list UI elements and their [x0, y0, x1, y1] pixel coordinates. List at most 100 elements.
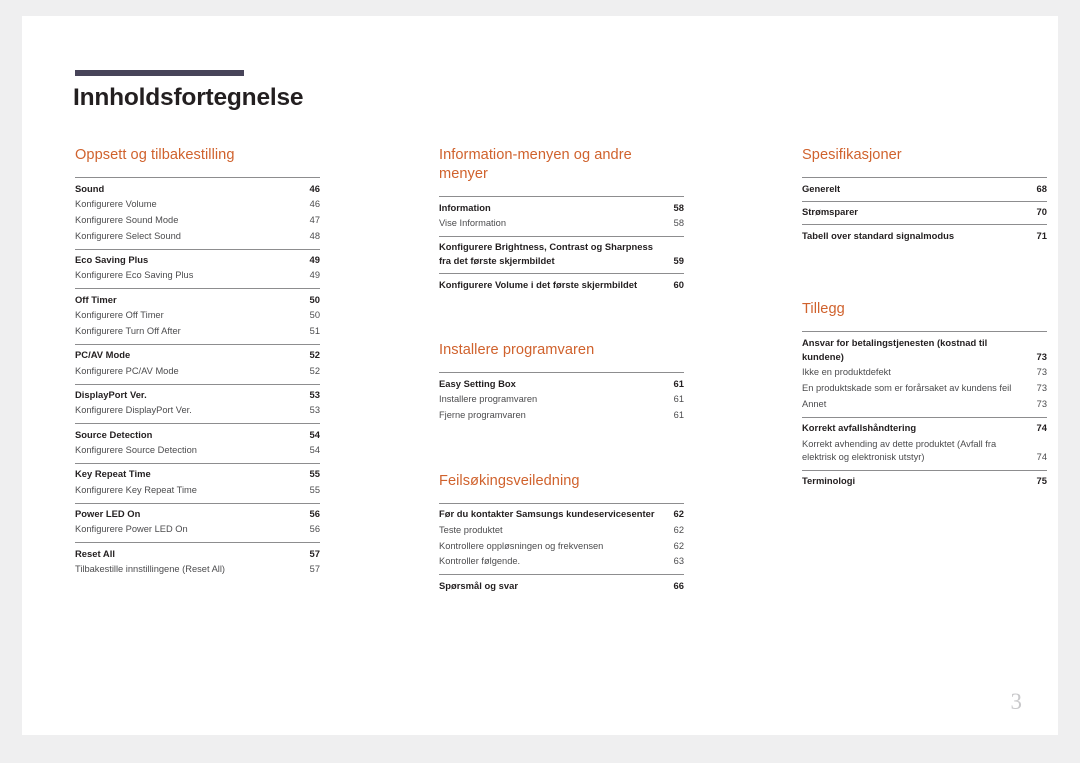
toc-entry[interactable]: Spørsmål og svar 66: [439, 578, 684, 594]
toc-entry[interactable]: Reset All 57: [75, 546, 320, 562]
toc-group: Før du kontakter Samsungs kundeservicese…: [439, 502, 684, 575]
toc-entry-page-number: 61: [673, 377, 684, 389]
toc-entry-page-number: 51: [309, 326, 320, 337]
toc-section-heading: Spesifikasjoner: [802, 147, 902, 163]
toc-entry-page-number: 66: [673, 579, 684, 591]
toc-entry[interactable]: PC/AV Mode 52: [75, 348, 320, 364]
toc-entry[interactable]: Sound 46: [75, 181, 320, 197]
toc-entry-label: Tabell over standard signalmodus: [802, 229, 955, 241]
toc-entry-page-number: 71: [1036, 229, 1047, 241]
toc-entry-page-number: 54: [309, 445, 320, 456]
toc-entry-label: Konfigurere Select Sound: [75, 230, 181, 241]
toc-section-heading: Tillegg: [802, 301, 845, 318]
toc-entry[interactable]: Key Repeat Time 55: [75, 467, 320, 483]
toc-entry-page-number: 53: [309, 389, 320, 401]
toc-entry-label: Eco Saving Plus: [75, 254, 149, 266]
toc-entry[interactable]: Kontrollere oppløsningen og frekvensen 62: [439, 538, 684, 554]
toc-entry[interactable]: Information 58: [439, 200, 684, 216]
toc-entry[interactable]: Konfigurere Volume i det første skjermbi…: [439, 277, 684, 293]
toc-entry[interactable]: Eco Saving Plus 49: [75, 253, 320, 269]
toc-entry[interactable]: Installere programvaren 61: [439, 392, 684, 408]
toc-entry[interactable]: Konfigurere Eco Saving Plus 49: [75, 268, 320, 284]
toc-entry[interactable]: DisplayPort Ver. 53: [75, 388, 320, 404]
toc-entry-label: PC/AV Mode: [75, 349, 131, 361]
toc-entry[interactable]: Vise Information 58: [439, 216, 684, 232]
toc-entry[interactable]: Før du kontakter Samsungs kundeservicese…: [439, 507, 684, 523]
toc-entry-label: Tilbakestille innstillingene (Reset All): [75, 564, 226, 575]
page-title: Innholdsfortegnelse: [73, 84, 304, 111]
toc-entry-page-number: 52: [309, 349, 320, 361]
toc-entry-label: Easy Setting Box: [439, 377, 516, 389]
toc-entry[interactable]: Konfigurere Volume 46: [75, 197, 320, 213]
toc-entry[interactable]: Tabell over standard signalmodus 71: [802, 228, 1047, 244]
toc-section-heading: Feilsøkingsveiledning: [439, 472, 580, 489]
toc-entry-page-number: 73: [1036, 382, 1047, 393]
toc-entry-label: Kontrollere oppløsningen og frekvensen: [439, 540, 604, 551]
toc-entry-page-number: 59: [673, 255, 684, 267]
toc-group: Easy Setting Box 61 Installere programvare…: [439, 372, 684, 428]
toc-group: PC/AV Mode 52 Konfigurere PC/AV Mode 52: [75, 343, 320, 384]
toc-entry[interactable]: Tilbakestille innstillingene (Reset All)…: [75, 562, 320, 578]
toc-entry[interactable]: Kontroller følgende. 63: [439, 554, 684, 570]
toc-entry[interactable]: Annet 73: [802, 397, 1047, 413]
toc-entry[interactable]: Konfigurere Select Sound 48: [75, 229, 320, 245]
toc-entry[interactable]: Teste produktet 62: [439, 522, 684, 538]
toc-section: Feilsøkingsveiledning Før du kontakter Sa…: [439, 472, 684, 598]
toc-group: Konfigurere Volume i det første skjermbi…: [439, 273, 684, 297]
toc-group: Strømsparer 70: [802, 200, 1047, 225]
toc-entry[interactable]: Konfigurere Power LED On 56: [75, 522, 320, 538]
toc-group: Ansvar for betalingstjenesten (kostnad t…: [802, 331, 1047, 417]
toc-entry-label: Sound: [75, 182, 105, 194]
toc-entry[interactable]: Strømsparer 70: [802, 205, 1047, 221]
toc-group: DisplayPort Ver. 53 Konfigurere DisplayPor…: [75, 383, 320, 424]
toc-entry[interactable]: Easy Setting Box 61: [439, 376, 684, 392]
toc-entry-page-number: 49: [309, 254, 320, 266]
toc-entry-label: Før du kontakter Samsungs kundeservicese…: [439, 508, 655, 520]
toc-entry[interactable]: Konfigurere Source Detection 54: [75, 443, 320, 459]
toc-entry[interactable]: En produktskade som er forårsaket av kun…: [802, 381, 1047, 397]
toc-entry-page-number: 73: [1036, 398, 1047, 409]
toc-entry[interactable]: Source Detection 54: [75, 427, 320, 443]
toc-section-heading: Oppsett og tilbakestilling: [75, 147, 235, 163]
toc-entry-label: Teste produktet: [439, 524, 503, 535]
toc-entry-page-number: 62: [673, 540, 684, 551]
toc-entry-label: Reset All: [75, 547, 115, 559]
toc-entry[interactable]: Konfigurere Turn Off After 51: [75, 324, 320, 340]
toc-entry-label: Konfigurere DisplayPort Ver.: [75, 405, 192, 416]
toc-entry-label: Ansvar for betalingstjenesten (kostnad t…: [802, 336, 988, 362]
toc-entry-page-number: 55: [309, 468, 320, 480]
toc-group: Eco Saving Plus 49 Konfigurere Eco Saving …: [75, 248, 320, 289]
toc-entry-page-number: 61: [673, 409, 684, 420]
toc-entry-page-number: 47: [309, 214, 320, 225]
toc-entry-page-number: 75: [1036, 475, 1047, 487]
toc-entry-label: Power LED On: [75, 508, 141, 519]
toc-entry[interactable]: Konfigurere Sound Mode 47: [75, 213, 320, 229]
toc-entry-label: Generelt: [802, 182, 841, 194]
toc-entry-page-number: 55: [309, 484, 320, 495]
toc-section: Information-menyen og andre menyer Inform…: [439, 146, 684, 297]
toc-entry[interactable]: Korrekt avhending av dette produktet (Av…: [802, 436, 1047, 466]
toc-group: Tabell over standard signalmodus 71: [802, 224, 1047, 248]
toc-entry[interactable]: Konfigurere DisplayPort Ver. 53: [75, 403, 320, 419]
toc-entry[interactable]: Ansvar for betalingstjenesten (kostnad t…: [802, 335, 1047, 365]
toc-entry-label: Spørsmål og svar: [439, 579, 518, 591]
toc-entry[interactable]: Terminologi 75: [802, 474, 1047, 490]
toc-entry[interactable]: Konfigurere PC/AV Mode 52: [75, 364, 320, 380]
toc-entry[interactable]: Off Timer 50: [75, 292, 320, 308]
toc-entry[interactable]: Power LED On 56: [75, 507, 320, 523]
toc-entry-page-number: 54: [309, 428, 320, 440]
toc-entry[interactable]: Korrekt avfallshåndtering 74: [802, 421, 1047, 437]
toc-entry[interactable]: Ikke en produktdefekt 73: [802, 365, 1047, 381]
toc-entry-label: Kontroller følgende.: [439, 556, 521, 567]
toc-entry[interactable]: Konfigurere Key Repeat Time 55: [75, 483, 320, 499]
toc-entry-page-number: 62: [673, 524, 684, 535]
toc-entry-label: Konfigurere Brightness, Contrast og Shar…: [439, 241, 653, 267]
toc-entry-page-number: 49: [309, 270, 320, 281]
toc-entry[interactable]: Generelt 68: [802, 181, 1047, 197]
toc-entry[interactable]: Konfigurere Brightness, Contrast og Shar…: [439, 240, 684, 270]
toc-entry[interactable]: Fjerne programvaren 61: [439, 408, 684, 424]
toc-entry-label: Konfigurere Key Repeat Time: [75, 484, 197, 495]
toc-entry-label: Strømsparer: [802, 206, 858, 218]
toc-entry[interactable]: Konfigurere Off Timer 50: [75, 308, 320, 324]
toc-section: Installere programvaren Easy Setting Box 6…: [439, 341, 684, 428]
